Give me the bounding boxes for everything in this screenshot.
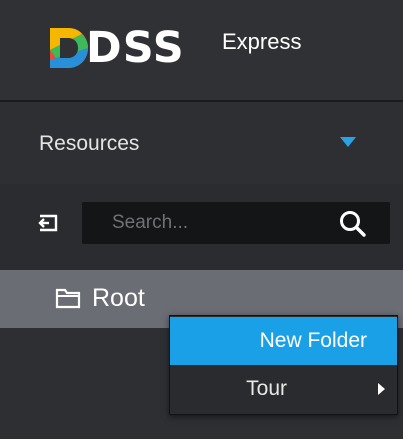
context-menu: New Folder Tour (169, 315, 398, 415)
menu-item-label: New Folder (259, 329, 367, 352)
search-row (0, 190, 403, 258)
chevron-down-icon[interactable] (340, 137, 356, 147)
search-box (82, 202, 390, 244)
resources-label: Resources (39, 132, 140, 155)
search-input[interactable] (82, 202, 322, 244)
logo-subtitle: Express (222, 29, 302, 54)
logo-text: DSS (86, 23, 185, 73)
search-icon[interactable] (338, 209, 368, 239)
collapse-icon[interactable] (37, 213, 59, 233)
resources-dropdown[interactable]: Resources (0, 102, 403, 184)
menu-item-new-folder[interactable]: New Folder (170, 317, 397, 365)
tree-item-label: Root (92, 284, 145, 312)
resource-panel: DSS Express Resources Root New F (0, 0, 403, 439)
app-header: DSS Express (0, 0, 403, 100)
menu-item-label: Tour (246, 377, 287, 400)
chevron-right-icon (378, 383, 385, 395)
folder-icon (55, 288, 81, 309)
menu-item-tour[interactable]: Tour (170, 365, 397, 413)
